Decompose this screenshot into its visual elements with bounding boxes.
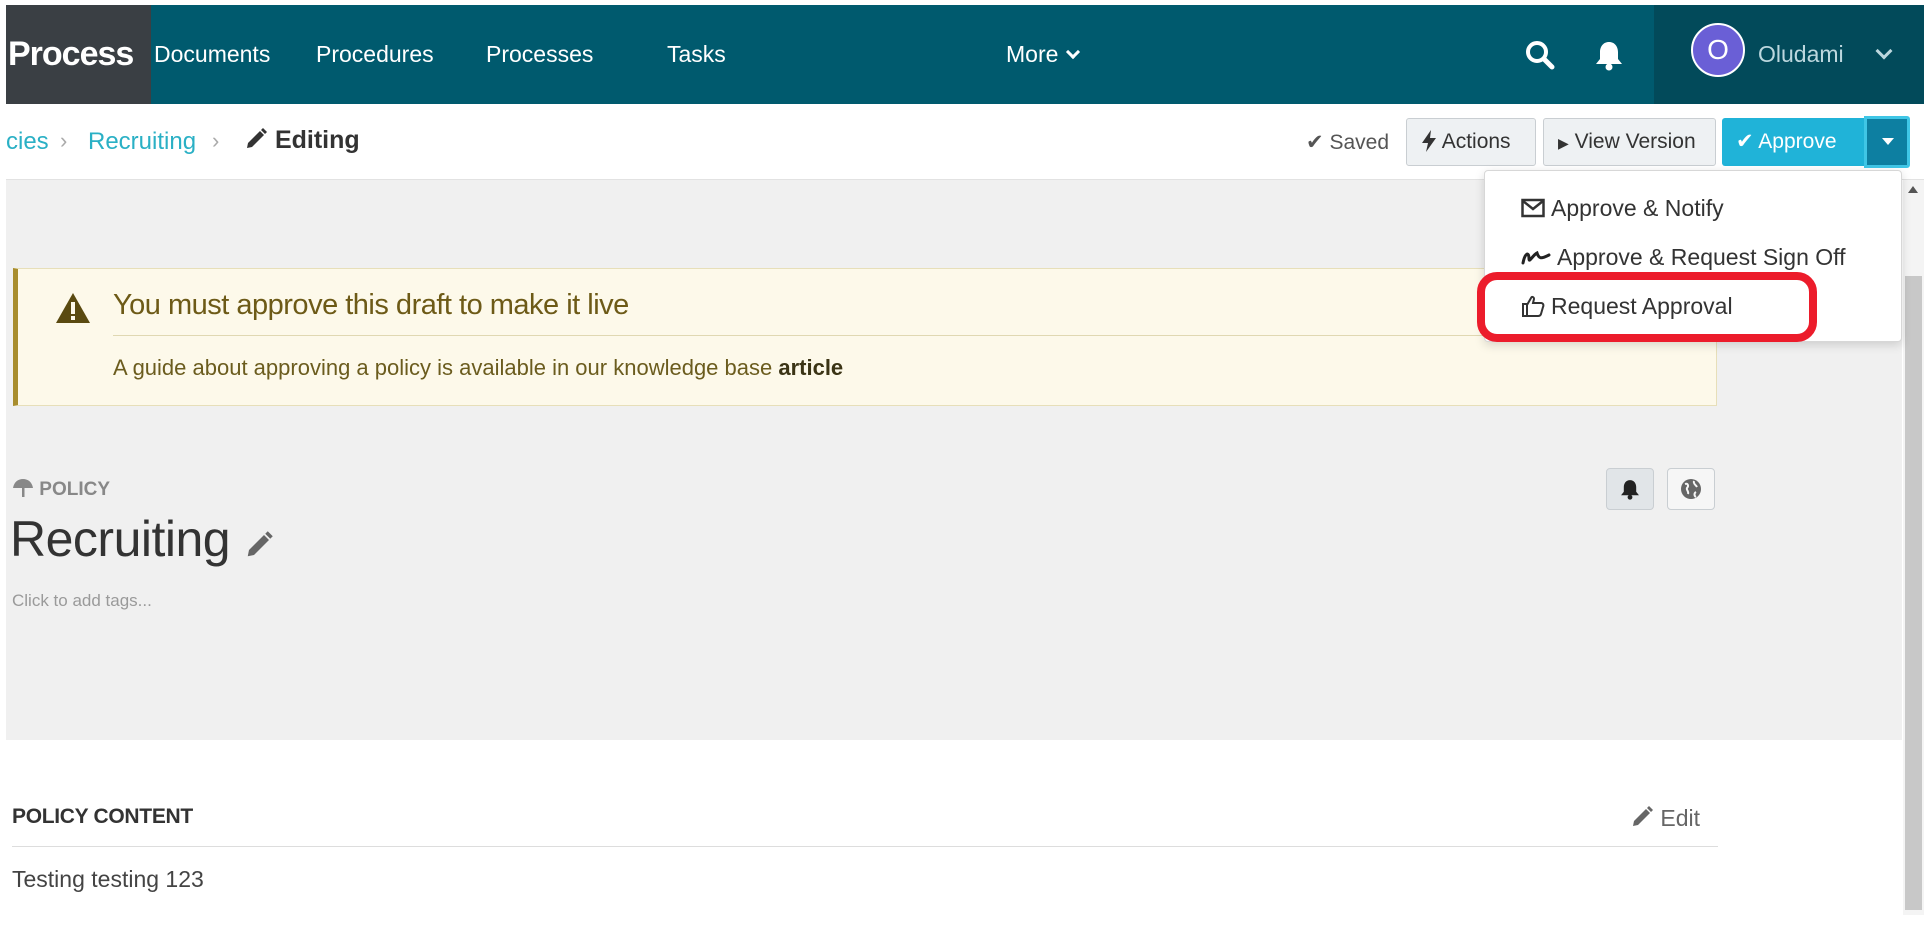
actions-label: Actions	[1441, 130, 1511, 153]
scrollbar-thumb[interactable]	[1905, 276, 1922, 910]
divider	[113, 335, 1703, 336]
edit-label: Edit	[1660, 805, 1701, 831]
actions-button[interactable]: Actions	[1406, 118, 1536, 166]
brand-logo[interactable]: Process	[6, 5, 151, 104]
nav-documents[interactable]: Documents	[154, 5, 270, 104]
umbrella-icon	[13, 479, 33, 497]
warning-icon	[54, 291, 92, 330]
nav-processes[interactable]: Processes	[486, 5, 593, 104]
section-title: POLICY CONTENT	[12, 805, 193, 828]
caret-right-icon: ▶	[1558, 135, 1569, 151]
signature-icon	[1521, 250, 1551, 265]
edit-content-button[interactable]: Edit	[1630, 805, 1700, 832]
nav-more-label: More	[1006, 41, 1059, 67]
breadcrumb-separator: ›	[60, 128, 68, 153]
notification-toggle-button[interactable]	[1606, 468, 1654, 510]
alert-article-link[interactable]: article	[778, 355, 843, 380]
user-name: Oludami	[1758, 41, 1844, 67]
globe-button[interactable]	[1667, 468, 1715, 510]
scroll-up-arrow[interactable]	[1908, 186, 1918, 193]
bolt-icon	[1422, 130, 1436, 152]
pencil-icon	[247, 128, 267, 148]
breadcrumb-item-recruiting[interactable]: Recruiting	[88, 128, 196, 156]
pencil-icon[interactable]	[244, 530, 274, 560]
approve-dropdown-toggle[interactable]	[1864, 116, 1910, 168]
breadcrumb-current-label: Editing	[274, 126, 360, 154]
breadcrumb-separator: ›	[212, 128, 220, 153]
policy-type-text: POLICY	[39, 479, 111, 500]
user-menu[interactable]: O Oludami	[1654, 5, 1924, 104]
saved-status: ✔ Saved	[1306, 130, 1389, 155]
breadcrumb: cies › Recruiting › Editing ✔ Saved Acti…	[6, 104, 1924, 180]
divider	[12, 846, 1718, 847]
avatar: O	[1691, 23, 1745, 77]
policy-type-label: POLICY	[12, 478, 110, 501]
approve-button[interactable]: ✔ Approve	[1722, 118, 1864, 166]
page-title: Recruiting	[10, 510, 274, 568]
envelope-icon	[1521, 198, 1545, 218]
alert-body: A guide about approving a policy is avai…	[113, 355, 779, 380]
alert-title: You must approve this draft to make it l…	[113, 289, 629, 321]
nav-more[interactable]: More	[1006, 5, 1081, 104]
nav-tasks[interactable]: Tasks	[667, 5, 726, 104]
search-icon[interactable]	[1524, 39, 1556, 71]
chevron-down-icon	[1875, 42, 1893, 60]
approval-alert: You must approve this draft to make it l…	[13, 268, 1717, 406]
view-version-button[interactable]: ▶ View Version	[1543, 118, 1716, 166]
view-version-label: View Version	[1574, 130, 1696, 153]
check-icon: ✔	[1306, 131, 1324, 154]
policy-content-body: Testing testing 123	[12, 866, 204, 892]
top-navigation: Process Documents Procedures Processes T…	[6, 5, 1924, 104]
alert-text: A guide about approving a policy is avai…	[113, 355, 843, 381]
menu-item-label: Approve & Request Sign Off	[1557, 244, 1846, 270]
chevron-down-icon	[1066, 44, 1081, 60]
breadcrumb-item-policies[interactable]: cies	[6, 128, 49, 156]
check-icon: ✔	[1736, 130, 1754, 153]
tags-placeholder[interactable]: Click to add tags...	[12, 591, 152, 611]
pencil-icon	[1633, 806, 1653, 826]
saved-label: Saved	[1329, 131, 1389, 154]
menu-item-label: Approve & Notify	[1551, 195, 1724, 221]
nav-procedures[interactable]: Procedures	[316, 5, 434, 104]
approve-label: Approve	[1758, 130, 1837, 153]
bell-icon[interactable]	[1594, 39, 1626, 71]
globe-icon	[1681, 479, 1701, 499]
policy-title-text: Recruiting	[10, 511, 231, 567]
bell-icon	[1621, 480, 1639, 500]
highlight-annotation	[1477, 272, 1817, 342]
breadcrumb-current: Editing	[244, 126, 360, 155]
